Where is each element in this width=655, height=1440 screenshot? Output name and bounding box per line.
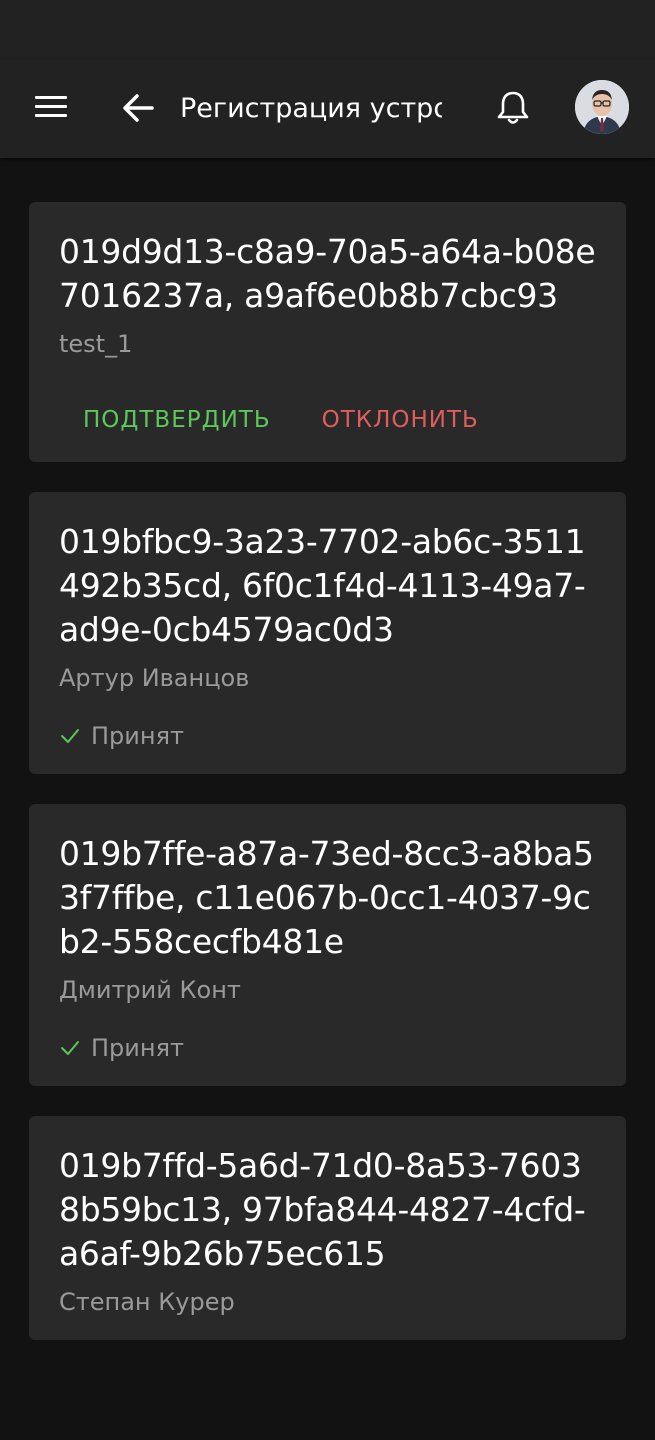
status-label: Принят (91, 1034, 184, 1062)
menu-icon-line (35, 105, 67, 108)
device-owner: Дмитрий Конт (59, 976, 241, 1004)
menu-icon-line (35, 114, 67, 117)
device-list: 019d9d13-c8a9-70a5-a64a-b08e7016237a, a9… (29, 202, 626, 1370)
status-label: Принят (91, 722, 184, 750)
device-owner: Степан Курер (59, 1288, 235, 1316)
device-id: 019b7ffe-a87a-73ed-8cc3-a8ba53f7ffbe, c1… (59, 834, 594, 961)
check-icon (61, 729, 79, 743)
user-avatar-icon (575, 80, 629, 134)
device-owner: test_1 (59, 330, 133, 358)
device-card: 019b7ffd-5a6d-71d0-8a53-76038b59bc13, 97… (29, 1116, 626, 1340)
notifications-button[interactable] (493, 88, 533, 128)
device-card: 019d9d13-c8a9-70a5-a64a-b08e7016237a, a9… (29, 202, 626, 462)
device-owner: Артур Иванцов (59, 664, 250, 692)
app-bar: Регистрация устройств (0, 60, 655, 158)
device-id: 019b7ffd-5a6d-71d0-8a53-76038b59bc13, 97… (59, 1146, 586, 1273)
check-icon (61, 1041, 79, 1055)
status-accepted: Принят (59, 1032, 596, 1064)
bell-icon (497, 91, 529, 124)
page-title: Регистрация устройств (180, 93, 442, 124)
device-id: 019bfbc9-3a23-7702-ab6c-3511492b35cd, 6f… (59, 522, 586, 649)
device-id: 019d9d13-c8a9-70a5-a64a-b08e7016237a, a9… (59, 232, 596, 315)
card-actions: ПОДТВЕРДИТЬ ОТКЛОНИТЬ (59, 400, 596, 440)
status-accepted: Принят (59, 720, 596, 752)
device-card: 019bfbc9-3a23-7702-ab6c-3511492b35cd, 6f… (29, 492, 626, 774)
avatar[interactable] (575, 80, 629, 134)
back-button[interactable] (116, 86, 160, 130)
device-card: 019b7ffe-a87a-73ed-8cc3-a8ba53f7ffbe, c1… (29, 804, 626, 1086)
reject-button[interactable]: ОТКЛОНИТЬ (298, 401, 503, 439)
status-bar (0, 0, 655, 60)
menu-button[interactable] (30, 86, 72, 128)
menu-icon-line (35, 96, 67, 99)
arrow-left-icon (123, 94, 154, 122)
confirm-button[interactable]: ПОДТВЕРДИТЬ (59, 401, 295, 439)
